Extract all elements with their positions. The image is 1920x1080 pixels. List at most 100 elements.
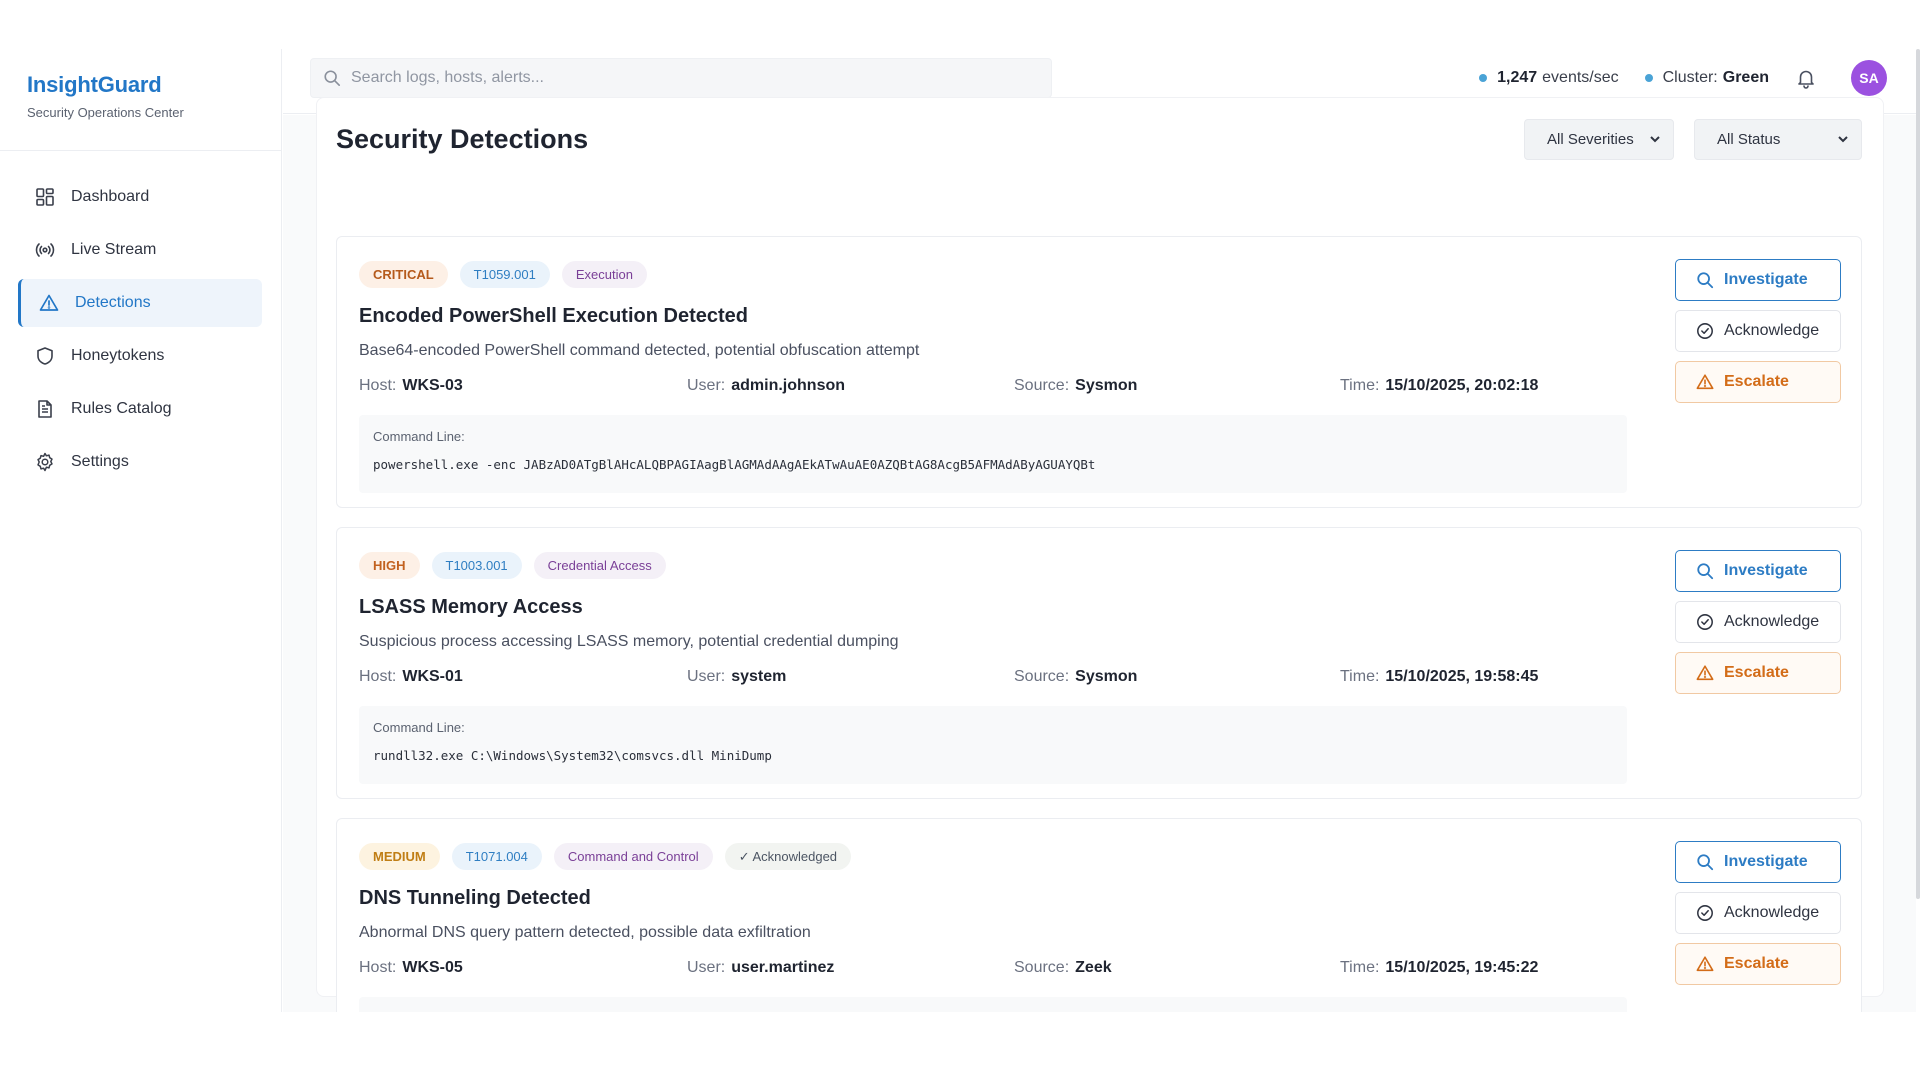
acknowledge-label: Acknowledge (1724, 322, 1820, 339)
technique-badge[interactable]: T1071.004 (451, 843, 542, 870)
source-field: Source: Sysmon (1014, 377, 1137, 395)
detection-actions: Investigate Acknowledge Escalate (1675, 550, 1841, 703)
status-dot (1644, 74, 1653, 82)
host-field: Host: WKS-03 (359, 377, 463, 395)
acknowledge-button[interactable]: Acknowledge (1675, 892, 1841, 934)
source-value: Sysmon (1075, 668, 1138, 685)
command-line-label: Command Line: (373, 1011, 465, 1012)
sidebar-item-detections[interactable]: Detections (18, 279, 262, 327)
sidebar-nav: Dashboard Live Stream Detections Honeyto… (0, 151, 281, 486)
check-circle-icon (1696, 904, 1714, 922)
gear-icon (35, 452, 55, 472)
dashboard-grid-icon (35, 187, 55, 207)
sidebar-item-live-stream[interactable]: Live Stream (19, 226, 262, 274)
status-dot (1479, 74, 1488, 82)
tactic-badge: Execution (561, 261, 647, 288)
tactic-badge: Credential Access (533, 552, 666, 579)
sidebar-item-dashboard[interactable]: Dashboard (19, 173, 262, 221)
card-clip: MEDIUM T1071.004 Command and Control ✓ A… (0, 818, 1916, 1012)
page-scrollbar[interactable] (1916, 49, 1920, 899)
search-box[interactable] (310, 58, 1052, 98)
source-field: Source: Sysmon (1014, 668, 1137, 686)
investigate-button[interactable]: Investigate (1675, 259, 1841, 301)
cluster-status-value: Green (1722, 69, 1769, 86)
command-line-block: Command Line: (359, 997, 1627, 1012)
warning-triangle-icon (1696, 955, 1714, 973)
sidebar-item-label: Rules Catalog (71, 400, 172, 417)
source-field: Source: Zeek (1014, 959, 1112, 977)
command-line-block: Command Line: powershell.exe -enc JABzAD… (359, 415, 1627, 493)
acknowledge-button[interactable]: Acknowledge (1675, 310, 1841, 352)
severity-filter[interactable]: All Severities (1524, 119, 1674, 160)
acknowledge-button[interactable]: Acknowledge (1675, 601, 1841, 643)
detection-title: DNS Tunneling Detected (359, 887, 591, 909)
source-label: Source: (1014, 959, 1070, 976)
time-label: Time: (1340, 377, 1380, 394)
events-rate-unit: events/sec (1542, 69, 1619, 86)
bell-icon[interactable] (1795, 67, 1817, 89)
acknowledge-label: Acknowledge (1724, 613, 1820, 630)
technique-badge[interactable]: T1059.001 (459, 261, 550, 288)
search-icon (323, 69, 341, 87)
search-icon (1696, 562, 1714, 580)
sidebar-item-honeytokens[interactable]: Honeytokens (19, 332, 262, 380)
command-line-text: rundll32.exe C:\Windows\System32\comsvcs… (373, 748, 772, 763)
status-badge: ✓ Acknowledged (724, 843, 852, 870)
user-field: User: admin.johnson (687, 377, 845, 395)
user-label: User: (687, 668, 726, 685)
investigate-button[interactable]: Investigate (1675, 841, 1841, 883)
source-value: Zeek (1075, 959, 1112, 976)
alert-triangle-icon (39, 293, 59, 313)
sidebar-item-label: Honeytokens (71, 347, 165, 364)
sidebar-item-label: Settings (71, 453, 129, 470)
page-title: Security Detections (336, 124, 589, 154)
time-label: Time: (1340, 668, 1380, 685)
avatar[interactable]: SA (1851, 60, 1887, 96)
severity-badge: MEDIUM (359, 843, 440, 870)
detection-card: HIGH T1003.001 Credential Access LSASS M… (336, 527, 1862, 799)
document-icon (35, 399, 55, 419)
command-line-label: Command Line: (373, 429, 465, 444)
sidebar-item-label: Live Stream (71, 241, 157, 258)
user-label: User: (687, 959, 726, 976)
detection-card: CRITICAL T1059.001 Execution Encoded Pow… (336, 236, 1862, 508)
source-label: Source: (1014, 377, 1070, 394)
status-filter[interactable]: All Status (1694, 119, 1862, 160)
escalate-button[interactable]: Escalate (1675, 652, 1841, 694)
severity-filter-value: All Severities (1547, 131, 1634, 148)
user-field: User: user.martinez (687, 959, 834, 977)
command-line-label: Command Line: (373, 720, 465, 735)
escalate-label: Escalate (1724, 664, 1789, 681)
sidebar-item-label: Detections (75, 294, 151, 311)
search-input[interactable] (351, 69, 1031, 87)
search-icon (1696, 853, 1714, 871)
check-circle-icon (1696, 322, 1714, 340)
detection-actions: Investigate Acknowledge Escalate (1675, 259, 1841, 412)
warning-triangle-icon (1696, 373, 1714, 391)
investigate-label: Investigate (1724, 271, 1808, 288)
investigate-label: Investigate (1724, 562, 1808, 579)
escalate-button[interactable]: Escalate (1675, 943, 1841, 985)
broadcast-icon (35, 240, 55, 260)
sidebar-item-rules-catalog[interactable]: Rules Catalog (19, 385, 262, 433)
cluster-label: Cluster: (1662, 69, 1718, 86)
detection-title: LSASS Memory Access (359, 596, 583, 618)
events-rate-value: 1,247 (1497, 69, 1538, 86)
escalate-label: Escalate (1724, 955, 1789, 972)
cluster-status: Cluster: Green (1644, 69, 1769, 87)
brand: InsightGuard Security Operations Center (0, 49, 281, 151)
detection-tags: MEDIUM T1071.004 Command and Control ✓ A… (359, 843, 863, 870)
chevron-down-icon (1649, 132, 1661, 149)
detection-actions: Investigate Acknowledge Escalate (1675, 841, 1841, 994)
escalate-button[interactable]: Escalate (1675, 361, 1841, 403)
severity-badge: CRITICAL (359, 261, 448, 288)
sidebar-item-settings[interactable]: Settings (19, 438, 262, 486)
app-name[interactable]: InsightGuard (27, 72, 281, 98)
detection-title: Encoded PowerShell Execution Detected (359, 305, 748, 327)
search-icon (1696, 271, 1714, 289)
host-value: WKS-05 (402, 959, 463, 976)
time-label: Time: (1340, 959, 1380, 976)
technique-badge[interactable]: T1003.001 (431, 552, 522, 579)
detection-tags: HIGH T1003.001 Credential Access (359, 552, 678, 579)
investigate-button[interactable]: Investigate (1675, 550, 1841, 592)
